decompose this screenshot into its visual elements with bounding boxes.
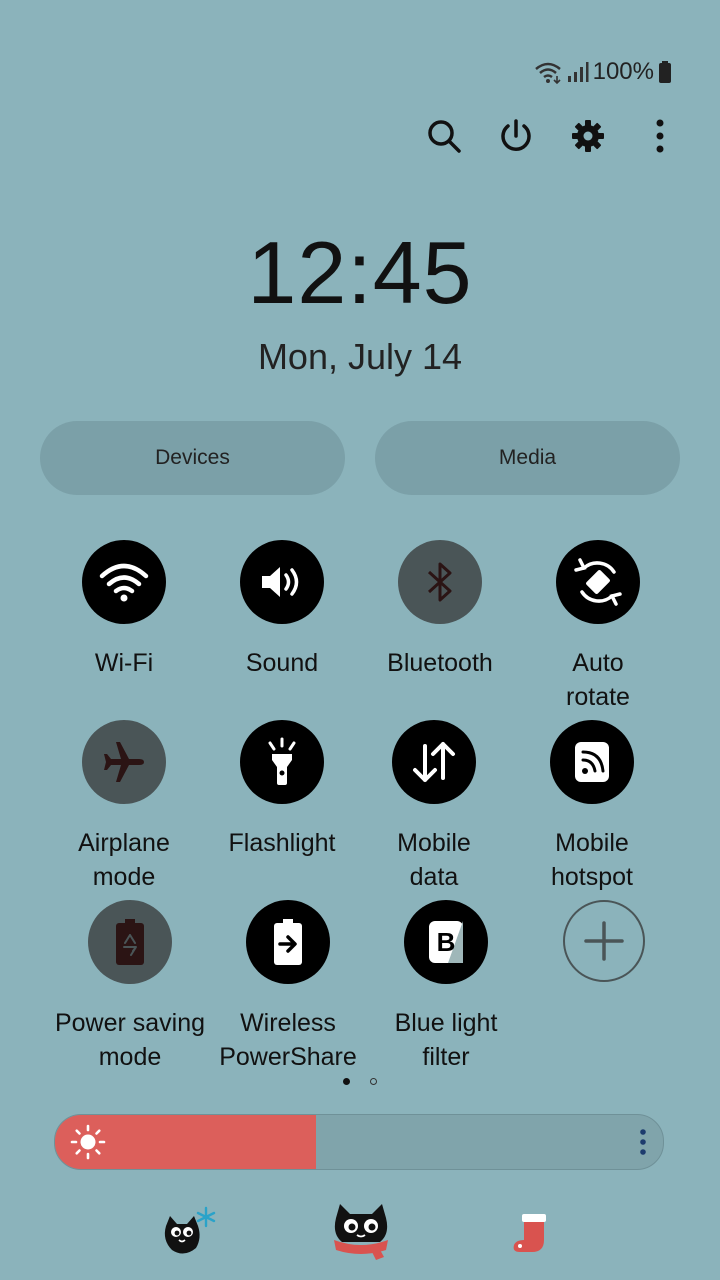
media-button[interactable]: Media: [375, 421, 680, 495]
clock-date[interactable]: Mon, July 14: [0, 336, 720, 378]
blue-light-filter-icon: B: [429, 921, 463, 963]
tile-mobile-data-toggle[interactable]: [392, 720, 476, 804]
mobile-data-icon: [413, 742, 455, 782]
settings-button[interactable]: [568, 112, 608, 160]
search-button[interactable]: [424, 112, 464, 160]
clock-time[interactable]: 12:45: [0, 222, 720, 324]
power-icon: [501, 119, 531, 151]
brightness-more-icon[interactable]: [639, 1129, 647, 1155]
tile-label: Mobile hotspot: [550, 829, 633, 891]
tile-label: Airplane mode: [78, 829, 170, 891]
tile-wifi-toggle[interactable]: [82, 540, 166, 624]
tile-sound-toggle[interactable]: [240, 540, 324, 624]
tile-mobile-hotspot[interactable]: Mobile hotspot: [507, 720, 677, 894]
tile-bluetooth[interactable]: Bluetooth: [355, 540, 525, 680]
device-media-row: Devices Media: [40, 421, 680, 495]
bluetooth-icon: [427, 562, 452, 602]
volume-icon: [262, 567, 299, 597]
brightness-sun-icon: [70, 1124, 106, 1160]
settings-gear-icon: [572, 120, 604, 152]
tile-label: Flashlight: [228, 829, 336, 857]
cat-snowflake-sticker: [164, 1206, 216, 1254]
tile-label: Blue light filter: [394, 1009, 498, 1071]
add-tile-button[interactable]: [563, 900, 645, 982]
page-dot: [370, 1078, 377, 1085]
top-actions: [424, 112, 680, 160]
tile-label: Power saving mode: [54, 1009, 206, 1071]
tile-bluetooth-toggle[interactable]: [398, 540, 482, 624]
wireless-powershare-icon: [274, 919, 302, 965]
tile-auto-rotate-toggle[interactable]: [556, 540, 640, 624]
tile-label: Auto rotate: [566, 649, 630, 711]
airplane-icon: [104, 742, 144, 782]
battery-percentage: 100%: [592, 58, 654, 85]
status-bar: 100%: [533, 56, 672, 88]
stocking-sticker: [513, 1214, 546, 1252]
battery-icon: [659, 61, 671, 83]
svg-text:B: B: [437, 927, 456, 957]
power-button[interactable]: [496, 112, 536, 160]
auto-rotate-icon: [574, 558, 622, 606]
hotspot-icon: [575, 742, 609, 782]
wifi-icon: [99, 563, 149, 602]
theme-stickers: [0, 1200, 720, 1264]
cat-scarf-sticker: [334, 1204, 388, 1260]
tile-auto-rotate[interactable]: Auto rotate: [513, 540, 683, 714]
tile-blue-light-toggle[interactable]: B: [404, 900, 488, 984]
tile-flashlight[interactable]: Flashlight: [197, 720, 367, 860]
tile-airplane-mode[interactable]: Airplane mode: [39, 720, 209, 894]
page-dot-active: [343, 1078, 350, 1085]
devices-button[interactable]: Devices: [40, 421, 345, 495]
tile-wireless-powershare[interactable]: Wireless PowerShare: [203, 900, 373, 1074]
tile-label: Mobile data: [397, 829, 471, 891]
more-vert-icon: [656, 119, 664, 153]
tile-label: Bluetooth: [387, 649, 493, 677]
tile-airplane-toggle[interactable]: [82, 720, 166, 804]
tile-powershare-toggle[interactable]: [246, 900, 330, 984]
power-saving-icon: [116, 919, 144, 965]
tile-hotspot-toggle[interactable]: [550, 720, 634, 804]
flashlight-icon: [268, 737, 296, 785]
page-indicator: [0, 1078, 720, 1085]
tile-label: Sound: [245, 649, 319, 677]
wifi-icon: [534, 62, 561, 84]
tile-sound[interactable]: Sound: [197, 540, 367, 680]
more-options-button[interactable]: [640, 112, 680, 160]
tile-mobile-data[interactable]: Mobile data: [349, 720, 519, 894]
tile-add[interactable]: [519, 900, 689, 982]
brightness-slider[interactable]: [54, 1114, 664, 1170]
tile-power-saving[interactable]: Power saving mode: [45, 900, 215, 1074]
add-icon: [584, 921, 624, 961]
tile-power-saving-toggle[interactable]: [88, 900, 172, 984]
tile-flashlight-toggle[interactable]: [240, 720, 324, 804]
tile-blue-light-filter[interactable]: B Blue light filter: [361, 900, 531, 1074]
signal-icon: [567, 62, 589, 82]
tile-label: Wireless PowerShare: [219, 1009, 357, 1071]
tile-wifi[interactable]: Wi-Fi: [39, 540, 209, 680]
tile-label: Wi-Fi: [94, 649, 154, 677]
search-icon: [428, 120, 461, 153]
